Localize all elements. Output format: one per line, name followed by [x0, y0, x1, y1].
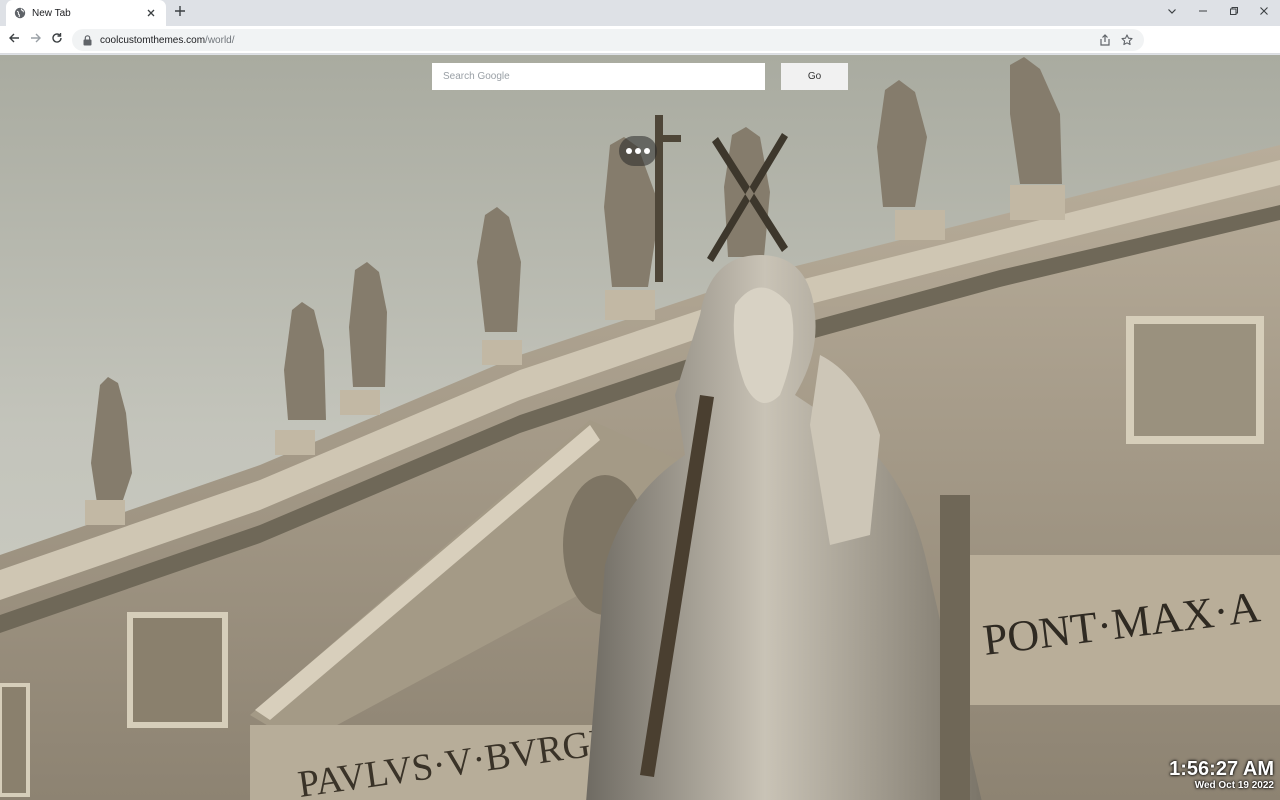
restore-icon: [1229, 3, 1239, 21]
reload-icon: [51, 31, 63, 49]
loading-dot: [644, 148, 650, 154]
tab-search-button[interactable]: [1162, 3, 1182, 21]
background-photo: PAVLVS·V·BVRGHE PONT·MAX·A: [0, 55, 1280, 800]
tab-new-tab[interactable]: New Tab: [6, 0, 166, 26]
minimize-button[interactable]: [1193, 3, 1213, 21]
plus-icon: [174, 4, 186, 22]
close-window-button[interactable]: [1254, 3, 1274, 21]
chevron-down-icon: [1167, 3, 1177, 21]
url-path: /world/: [205, 34, 235, 46]
back-button[interactable]: [5, 31, 23, 49]
clock-date: Wed Oct 19 2022: [1194, 780, 1274, 791]
forward-arrow-icon: [30, 31, 42, 49]
address-bar[interactable]: coolcustomthemes.com/world/: [72, 29, 1144, 51]
new-tab-button[interactable]: [172, 5, 188, 21]
tab-title: New Tab: [32, 7, 71, 19]
close-icon: [1259, 3, 1269, 21]
loading-dot: [626, 148, 632, 154]
new-tab-page: PAVLVS·V·BVRGHE PONT·MAX·A Search Google…: [0, 55, 1280, 800]
browser-toolbar: coolcustomthemes.com/world/: [0, 26, 1280, 54]
forward-button[interactable]: [27, 31, 45, 49]
star-icon[interactable]: [1120, 33, 1134, 47]
globe-icon: [14, 7, 26, 19]
url-text[interactable]: coolcustomthemes.com/world/: [100, 35, 1090, 46]
share-icon[interactable]: [1098, 33, 1112, 47]
restore-button[interactable]: [1224, 3, 1244, 21]
minimize-icon: [1198, 3, 1208, 21]
search-input[interactable]: [432, 63, 765, 90]
back-arrow-icon: [8, 31, 20, 49]
go-button[interactable]: Go: [781, 63, 848, 90]
tab-strip: New Tab: [0, 0, 1280, 26]
clock-time: 1:56:27 AM: [1169, 758, 1274, 780]
url-host: coolcustomthemes.com: [100, 34, 206, 46]
reload-button[interactable]: [48, 31, 66, 49]
close-icon[interactable]: [144, 6, 158, 20]
loading-dot: [635, 148, 641, 154]
loading-indicator: [619, 136, 657, 166]
clock-widget: 1:56:27 AM Wed Oct 19 2022: [1169, 758, 1274, 792]
lock-icon[interactable]: [82, 34, 92, 46]
